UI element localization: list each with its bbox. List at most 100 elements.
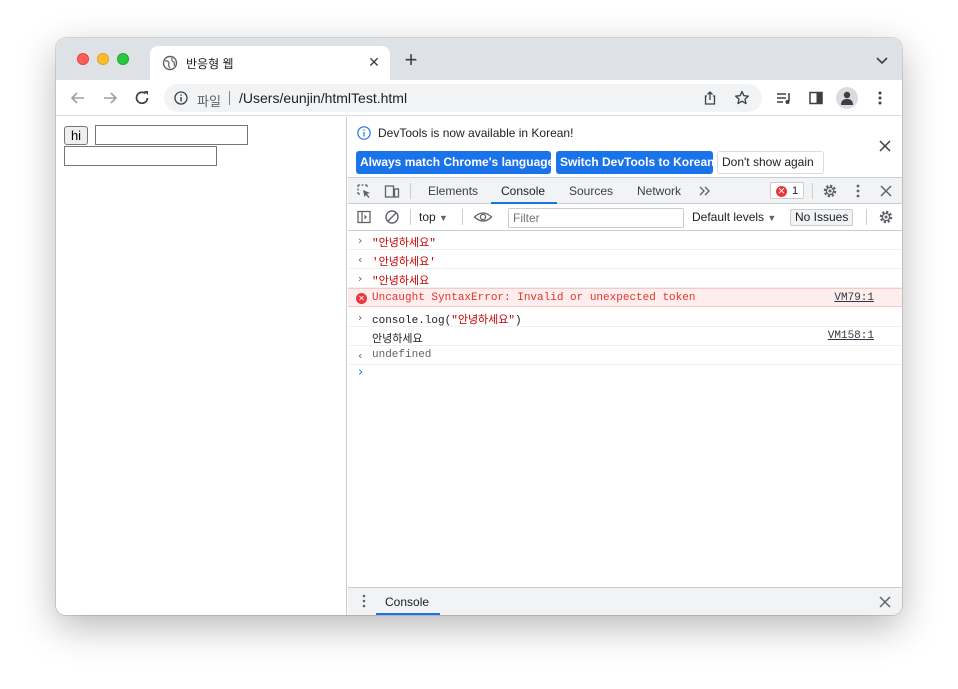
hi-button[interactable]: hi: [64, 126, 88, 145]
tab-console[interactable]: Console: [501, 184, 545, 198]
clear-console-icon[interactable]: [384, 209, 400, 225]
inspect-element-icon[interactable]: [356, 183, 372, 199]
error-count-badge[interactable]: ✕ 1: [770, 182, 804, 199]
log-levels-label: Default levels: [692, 210, 765, 224]
info-icon: [357, 126, 371, 140]
devtools-menu-icon[interactable]: [850, 183, 866, 199]
toolbar-separator: [462, 209, 463, 225]
result-arrow-icon: ‹: [358, 349, 363, 362]
profile-avatar[interactable]: [836, 87, 858, 109]
infobar-close-icon[interactable]: [878, 139, 892, 153]
site-info-icon[interactable]: [174, 91, 188, 105]
context-selector[interactable]: top ▼: [419, 210, 448, 224]
live-expression-eye-icon[interactable]: [473, 209, 493, 225]
back-icon[interactable]: [68, 88, 88, 108]
browser-toolbar: 파일 /Users/eunjin/htmlTest.html: [56, 80, 902, 116]
console-line-text: console.log("안녕하세요"): [372, 315, 522, 327]
sidebar-toggle-icon[interactable]: [356, 209, 372, 225]
console-line[interactable]: › console.log("안녕하세요"): [348, 308, 902, 327]
infobar-message: DevTools is now available in Korean!: [378, 126, 574, 140]
tab-search-chevron-icon[interactable]: [874, 52, 890, 68]
settings-gear-icon[interactable]: [822, 183, 838, 199]
console-line-text: "안녕하세요": [372, 238, 436, 250]
context-dropdown-icon: ▼: [439, 213, 448, 223]
log-levels-dropdown[interactable]: Default levels ▼: [692, 210, 776, 224]
close-devtools-icon[interactable]: [878, 183, 894, 199]
result-arrow-icon: ‹: [358, 253, 363, 266]
match-language-button[interactable]: Always match Chrome's language: [356, 151, 554, 174]
side-panel-icon[interactable]: [808, 90, 824, 106]
profile-icon: [841, 91, 853, 105]
more-tabs-icon[interactable]: [697, 183, 713, 199]
tab-network[interactable]: Network: [637, 184, 681, 198]
devtools-tab-strip: Elements Console Sources Network ✕ 1: [348, 177, 902, 204]
tab-title: 반응형 웹: [186, 57, 234, 71]
tab-separator: [812, 183, 813, 199]
levels-dropdown-icon: ▼: [767, 213, 777, 223]
console-error-line[interactable]: ✕ Uncaught SyntaxError: Invalid or unexp…: [348, 288, 902, 307]
error-count: 1: [792, 185, 799, 197]
new-tab-button[interactable]: +: [401, 49, 421, 71]
tab-bar: 반응형 웹 ✕ +: [56, 38, 902, 80]
drawer-tab-console[interactable]: Console: [385, 595, 429, 609]
media-queue-icon[interactable]: [776, 90, 792, 106]
console-prompt-icon[interactable]: ›: [358, 365, 363, 380]
console-line-text: undefined: [372, 349, 432, 361]
console-line[interactable]: ‹ undefined: [348, 346, 902, 365]
chrome-menu-icon[interactable]: [872, 90, 888, 106]
address-bar[interactable]: 파일 /Users/eunjin/htmlTest.html: [164, 84, 762, 112]
input-chevron-icon: ›: [358, 272, 363, 285]
source-link[interactable]: VM79:1: [834, 292, 874, 304]
browser-content: hi DevTools is now available in Korean! …: [56, 117, 902, 615]
close-window-button[interactable]: [77, 53, 89, 65]
switch-to-korean-button[interactable]: Switch DevTools to Korean: [556, 151, 714, 174]
web-page: hi: [56, 117, 347, 615]
language-infobar: DevTools is now available in Korean! Alw…: [348, 117, 902, 177]
toolbar-separator: [866, 209, 867, 225]
devtools-drawer: Console: [348, 587, 902, 615]
console-line-text: Uncaught SyntaxError: Invalid or unexpec…: [372, 292, 696, 304]
close-drawer-icon[interactable]: [878, 595, 892, 609]
browser-tab[interactable]: 반응형 웹 ✕: [150, 46, 390, 80]
minimize-window-button[interactable]: [97, 53, 109, 65]
console-line[interactable]: › "안녕하세요": [348, 231, 902, 250]
input-chevron-icon: ›: [358, 311, 363, 324]
forward-icon[interactable]: [100, 88, 120, 108]
globe-icon: [162, 55, 178, 71]
reload-icon[interactable]: [132, 88, 152, 108]
console-output: › "안녕하세요" ‹ '안녕하세요' › "안녕하세요 ✕ Uncaught …: [348, 231, 902, 587]
dont-show-again-button[interactable]: Don't show again: [717, 151, 824, 174]
address-separator: [229, 91, 230, 105]
input-chevron-icon: ›: [358, 234, 363, 247]
share-icon[interactable]: [702, 90, 718, 106]
issues-button[interactable]: No Issues: [790, 209, 854, 226]
drawer-active-indicator: [376, 613, 440, 615]
error-circle-icon: ✕: [356, 293, 367, 304]
console-filter-input[interactable]: [508, 208, 684, 228]
context-label: top: [419, 210, 436, 224]
bookmark-star-icon[interactable]: [734, 90, 750, 106]
console-line-text: '안녕하세요': [372, 257, 436, 269]
drawer-menu-icon[interactable]: [360, 594, 368, 608]
tab-elements[interactable]: Elements: [428, 184, 478, 198]
toolbar-separator: [410, 209, 411, 225]
console-toolbar: top ▼ Default levels ▼ No Issues: [348, 204, 902, 231]
device-toolbar-icon[interactable]: [384, 183, 400, 199]
console-line[interactable]: ‹ '안녕하세요': [348, 250, 902, 269]
console-line[interactable]: › "안녕하세요: [348, 269, 902, 288]
tab-sources[interactable]: Sources: [569, 184, 613, 198]
text-input-1[interactable]: [95, 125, 248, 145]
url-text[interactable]: /Users/eunjin/htmlTest.html: [239, 90, 407, 106]
scheme-label: 파일: [197, 94, 221, 109]
tab-close-icon[interactable]: ✕: [366, 54, 382, 70]
devtools-panel: DevTools is now available in Korean! Alw…: [348, 117, 902, 615]
error-icon: ✕: [776, 186, 787, 197]
browser-window: 반응형 웹 ✕ + 파일 /Users/eunjin/htmlTest.html…: [56, 38, 902, 615]
text-input-2[interactable]: [64, 146, 217, 166]
console-line-text: 안녕하세요: [372, 332, 423, 345]
console-settings-gear-icon[interactable]: [878, 209, 894, 225]
console-line-text: "안녕하세요: [372, 276, 430, 288]
source-link[interactable]: VM158:1: [828, 330, 874, 342]
console-log-line[interactable]: 안녕하세요 VM158:1: [348, 327, 902, 346]
zoom-window-button[interactable]: [117, 53, 129, 65]
